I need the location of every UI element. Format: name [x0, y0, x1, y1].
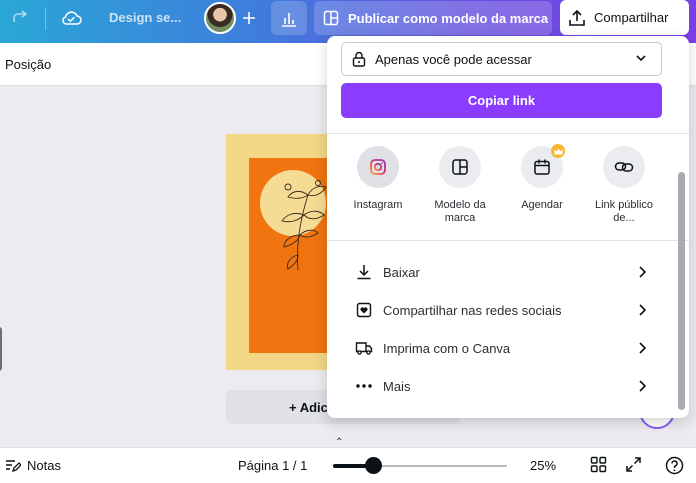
divider — [327, 133, 689, 134]
chevron-right-icon — [639, 342, 647, 354]
share-option-schedule[interactable]: Agendar — [501, 144, 583, 212]
bar-chart-icon — [282, 13, 296, 27]
insights-button[interactable] — [271, 1, 307, 35]
share-option-label: Agendar — [521, 199, 563, 211]
redo-icon[interactable] — [8, 0, 32, 36]
notes-icon — [6, 459, 21, 472]
access-level-value: Apenas você pode acessar — [375, 51, 532, 67]
zoom-level[interactable]: 25% — [530, 458, 556, 473]
zoom-slider-thumb[interactable] — [365, 457, 383, 474]
instagram-icon — [357, 146, 399, 188]
download-label: Baixar — [383, 264, 420, 280]
fullscreen-icon[interactable] — [625, 456, 642, 478]
cloud-saved-icon[interactable] — [58, 0, 84, 36]
share-option-brand-template[interactable]: Modelo da marca — [419, 146, 501, 225]
more-row[interactable]: Mais — [355, 371, 647, 401]
share-option-label: Modelo da marca — [434, 199, 486, 224]
notes-button[interactable]: Notas — [5, 458, 61, 473]
avatar[interactable] — [204, 2, 236, 34]
download-icon — [355, 264, 373, 280]
link-icon — [603, 146, 645, 188]
share-button[interactable]: Compartilhar — [560, 0, 689, 35]
chevron-right-icon — [639, 266, 647, 278]
heart-icon — [355, 302, 373, 318]
help-icon[interactable] — [665, 456, 684, 480]
toolbar-divider — [45, 8, 46, 30]
share-option-public-link[interactable]: Link público de... — [583, 146, 665, 225]
crown-icon — [551, 144, 565, 158]
access-level-select[interactable]: Apenas você pode acessar — [341, 42, 662, 76]
chevron-right-icon — [639, 304, 647, 316]
more-label: Mais — [383, 378, 411, 394]
chevron-down-icon — [636, 55, 646, 62]
side-panel-handle[interactable] — [0, 327, 2, 371]
upload-icon — [569, 9, 585, 26]
page-indicator[interactable]: Página 1 / 1 — [238, 458, 307, 473]
print-label: Imprima com o Canva — [383, 340, 511, 356]
calendar-icon — [521, 144, 565, 188]
share-option-instagram[interactable]: Instagram — [337, 146, 419, 212]
add-collaborator-icon[interactable] — [238, 0, 260, 36]
design-name[interactable]: Design se... — [109, 10, 181, 25]
publish-brand-template-label: Publicar como modelo da marca — [348, 10, 549, 26]
truck-icon — [355, 340, 373, 356]
more-icon — [355, 384, 373, 388]
social-share-label: Compartilhar nas redes sociais — [383, 302, 562, 318]
share-option-label: Link público de... — [594, 199, 654, 224]
publish-brand-template-button[interactable]: Publicar como modelo da marca — [314, 1, 552, 35]
template-icon — [439, 146, 481, 188]
social-share-row[interactable]: Compartilhar nas redes sociais — [355, 295, 647, 325]
download-row[interactable]: Baixar — [355, 257, 647, 287]
grid-view-icon[interactable] — [590, 456, 607, 478]
template-icon — [323, 10, 339, 26]
panel-scrollbar[interactable] — [678, 172, 685, 410]
share-option-label: Instagram — [353, 199, 403, 211]
position-button[interactable]: Posição — [5, 57, 51, 72]
share-dropdown: Apenas você pode acessar Copiar link Ins… — [327, 36, 689, 418]
notes-label: Notas — [27, 458, 61, 473]
print-row[interactable]: Imprima com o Canva — [355, 333, 647, 363]
flower-illustration[interactable] — [268, 175, 330, 275]
bottom-bar: Notas Página 1 / 1 25% — [0, 447, 696, 483]
copy-link-button[interactable]: Copiar link — [341, 83, 662, 118]
share-label: Compartilhar — [594, 10, 669, 25]
chevron-right-icon — [639, 380, 647, 392]
divider — [327, 240, 689, 241]
lock-icon — [352, 51, 366, 67]
